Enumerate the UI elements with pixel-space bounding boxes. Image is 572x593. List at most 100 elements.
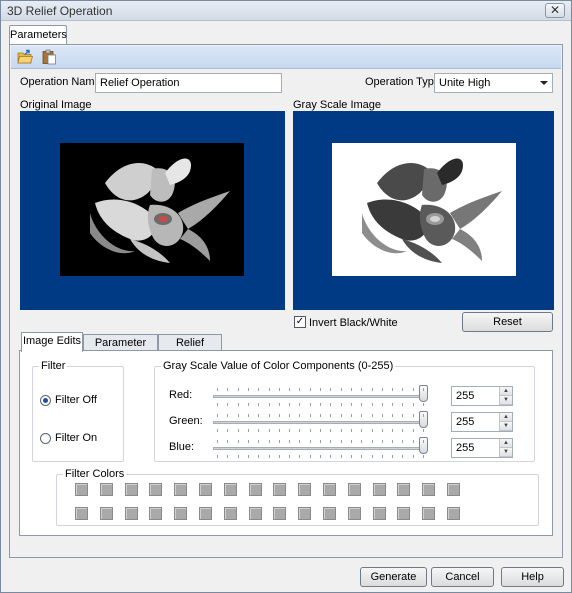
slider-tick <box>423 414 424 417</box>
filter-color-swatch[interactable] <box>298 483 312 496</box>
filter-color-swatch[interactable] <box>223 507 237 520</box>
slider-tick <box>402 429 404 432</box>
filter-color-swatch[interactable] <box>99 483 113 496</box>
slider-tick <box>299 414 301 417</box>
slider-tick <box>227 403 229 406</box>
tab-image-edits[interactable]: Image Edits <box>21 332 83 352</box>
slider-tick <box>289 440 291 443</box>
slider-tick <box>412 429 414 432</box>
invert-checkbox[interactable]: ✓ <box>294 316 306 328</box>
slider-tick <box>320 455 321 458</box>
gray-scale-image-label: Gray Scale Image <box>293 99 382 111</box>
filter-color-swatch[interactable] <box>124 483 138 496</box>
red-value-spinner[interactable]: 255 ▲ ▼ <box>451 386 513 406</box>
filter-color-swatch[interactable] <box>223 483 237 496</box>
filter-color-swatch[interactable] <box>347 483 361 496</box>
slider-tick <box>258 440 260 443</box>
original-image-panel <box>20 111 285 310</box>
slider-tick <box>237 429 239 432</box>
tab-parameters[interactable]: Parameters <box>9 25 67 45</box>
close-icon: ✕ <box>549 3 561 17</box>
filter-color-swatch[interactable] <box>323 507 336 520</box>
filter-color-swatch[interactable] <box>149 507 163 520</box>
filter-color-swatch[interactable] <box>422 483 436 496</box>
slider-tick <box>402 388 404 391</box>
slider-tick <box>412 403 414 406</box>
filter-color-swatch[interactable] <box>75 483 88 496</box>
filter-color-swatch[interactable] <box>199 483 212 496</box>
close-button[interactable]: ✕ <box>545 3 565 18</box>
filter-color-swatch[interactable] <box>75 507 88 520</box>
filter-color-swatch[interactable] <box>199 507 212 520</box>
filter-color-swatch[interactable] <box>174 483 188 496</box>
slider-tick <box>268 388 270 391</box>
paste-icon[interactable] <box>41 49 57 65</box>
parameters-panel: Operation Name: Relief Operation Operati… <box>9 44 563 558</box>
filter-color-swatch[interactable] <box>124 507 138 520</box>
spin-down-icon[interactable]: ▼ <box>500 396 512 405</box>
slider-tick <box>381 414 383 417</box>
slider-tick <box>227 440 229 443</box>
filter-color-swatch[interactable] <box>422 507 436 520</box>
slider-tick <box>320 414 321 417</box>
spin-down-icon[interactable]: ▼ <box>500 448 512 457</box>
filter-color-swatch[interactable] <box>372 483 386 496</box>
blue-spin-buttons[interactable]: ▲ ▼ <box>499 439 512 457</box>
title-bar: 3D Relief Operation ✕ <box>1 1 571 21</box>
slider-tick <box>237 440 239 443</box>
green-spin-buttons[interactable]: ▲ ▼ <box>499 413 512 431</box>
slider-tick <box>299 388 301 391</box>
slider-tick <box>392 455 394 458</box>
filter-color-swatch[interactable] <box>99 507 113 520</box>
filter-color-swatch[interactable] <box>298 507 312 520</box>
filter-color-swatch[interactable] <box>273 507 287 520</box>
filter-color-swatch[interactable] <box>248 507 262 520</box>
slider-tick <box>423 440 424 443</box>
filter-color-swatch[interactable] <box>447 483 460 496</box>
original-relief-image <box>60 143 244 276</box>
filter-color-swatch[interactable] <box>447 507 460 520</box>
filter-on-radio[interactable] <box>40 433 51 444</box>
generate-button[interactable]: Generate <box>360 567 427 587</box>
slider-tick <box>350 403 352 406</box>
slider-tick <box>402 440 404 443</box>
slider-tick <box>320 388 321 391</box>
operation-type-select[interactable]: Unite High <box>434 73 553 93</box>
filter-color-swatch[interactable] <box>372 507 386 520</box>
filter-color-swatch[interactable] <box>149 483 163 496</box>
slider-tick <box>217 388 218 391</box>
slider-tick <box>258 414 260 417</box>
open-folder-icon[interactable] <box>17 49 33 65</box>
spin-up-icon[interactable]: ▲ <box>500 413 512 422</box>
slider-tick <box>237 414 239 417</box>
filter-color-swatch[interactable] <box>248 483 262 496</box>
slider-tick <box>361 414 363 417</box>
blue-value-spinner[interactable]: 255 ▲ ▼ <box>451 438 513 458</box>
green-value-spinner[interactable]: 255 ▲ ▼ <box>451 412 513 432</box>
slider-tick <box>402 414 404 417</box>
slider-tick <box>268 414 270 417</box>
filter-color-swatch[interactable] <box>174 507 188 520</box>
filter-color-swatch[interactable] <box>397 507 411 520</box>
filter-group-title: Filter <box>39 360 68 372</box>
spin-up-icon[interactable]: ▲ <box>500 387 512 396</box>
cancel-button[interactable]: Cancel <box>431 567 494 587</box>
slider-tick <box>330 440 332 443</box>
operation-name-field[interactable]: Relief Operation <box>95 73 282 93</box>
slider-tick <box>278 403 280 406</box>
reset-button[interactable]: Reset <box>462 312 553 332</box>
spin-down-icon[interactable]: ▼ <box>500 422 512 431</box>
filter-color-swatch[interactable] <box>397 483 411 496</box>
filter-color-swatch[interactable] <box>273 483 287 496</box>
filter-color-swatch[interactable] <box>347 507 361 520</box>
slider-tick <box>289 429 291 432</box>
help-button[interactable]: Help <box>501 567 564 587</box>
slider-tick <box>217 403 218 406</box>
slider-tick <box>361 403 363 406</box>
spin-up-icon[interactable]: ▲ <box>500 439 512 448</box>
slider-tick <box>309 455 311 458</box>
filter-color-swatch[interactable] <box>323 483 336 496</box>
filter-off-radio[interactable] <box>40 395 51 406</box>
red-spin-buttons[interactable]: ▲ ▼ <box>499 387 512 405</box>
slider-tick <box>237 403 239 406</box>
